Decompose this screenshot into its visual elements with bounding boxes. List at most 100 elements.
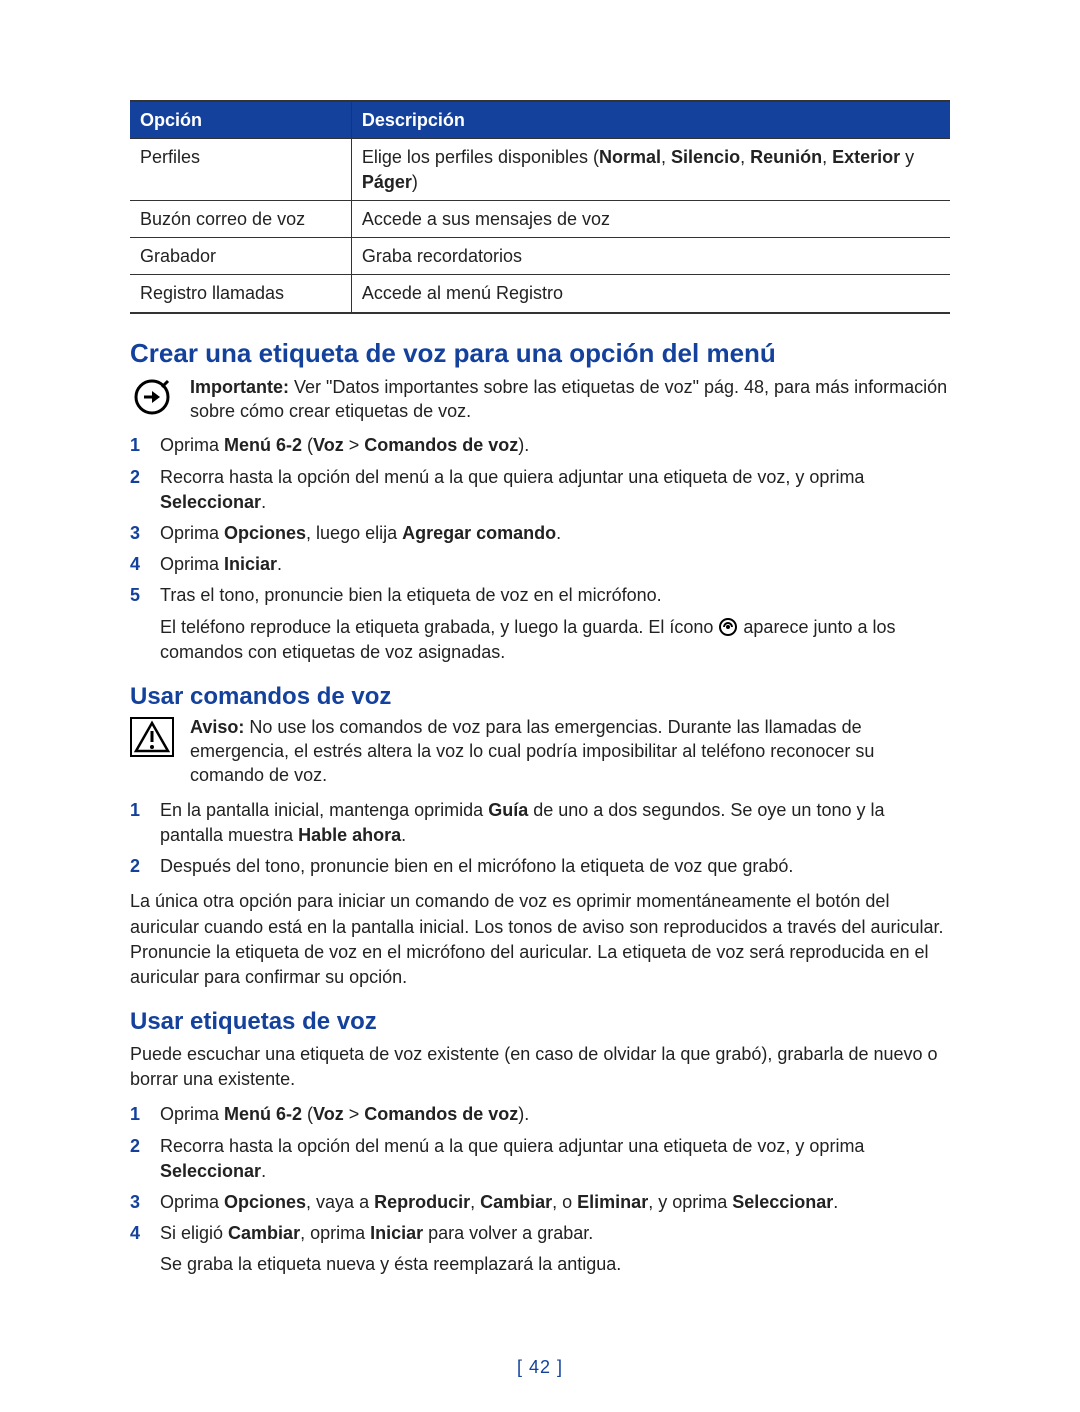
text: Oprima [160, 523, 224, 543]
text-bold: Opciones [224, 1192, 306, 1212]
text: Tras el tono, pronuncie bien la etiqueta… [160, 585, 662, 605]
text-bold: Hable ahora [298, 825, 401, 845]
warning-note: Aviso: No use los comandos de voz para l… [130, 715, 950, 788]
text-bold: Menú 6-2 [224, 1104, 302, 1124]
th-description: Descripción [351, 101, 950, 139]
table-row: Grabador Graba recordatorios [130, 238, 950, 275]
note-text: Aviso: No use los comandos de voz para l… [190, 715, 950, 788]
note-lead: Aviso: [190, 717, 244, 737]
list-item: Oprima Menú 6-2 (Voz > Comandos de voz). [130, 433, 950, 458]
steps-use-voice-labels: Oprima Menú 6-2 (Voz > Comandos de voz).… [130, 1102, 950, 1277]
warning-icon [130, 715, 174, 757]
text-bold: Menú 6-2 [224, 435, 302, 455]
text: ) [412, 172, 418, 192]
text: para volver a grabar. [423, 1223, 593, 1243]
paragraph: Puede escuchar una etiqueta de voz exist… [130, 1042, 950, 1092]
list-item: Recorra hasta la opción del menú a la qu… [130, 465, 950, 515]
text: , [740, 147, 750, 167]
text: , y oprima [648, 1192, 732, 1212]
text: , luego elija [306, 523, 402, 543]
cell-description: Accede a sus mensajes de voz [351, 200, 950, 237]
text-bold: Comandos de voz [364, 1104, 518, 1124]
text-bold: Normal [599, 147, 661, 167]
text: Oprima [160, 1192, 224, 1212]
text: , [661, 147, 671, 167]
text-bold: Voz [313, 1104, 344, 1124]
text-bold: Reproducir [374, 1192, 470, 1212]
table-row: Perfiles Elige los perfiles disponibles … [130, 139, 950, 201]
text: . [261, 492, 266, 512]
text: , vaya a [306, 1192, 374, 1212]
text: ( [302, 1104, 313, 1124]
text-bold: Seleccionar [160, 1161, 261, 1181]
note-body: Ver "Datos importantes sobre las etiquet… [190, 377, 947, 421]
voice-tag-icon [718, 617, 738, 637]
text: > [344, 1104, 365, 1124]
text: Oprima [160, 435, 224, 455]
list-item: Recorra hasta la opción del menú a la qu… [130, 1134, 950, 1184]
text-bold: Comandos de voz [364, 435, 518, 455]
text: , [470, 1192, 480, 1212]
list-item: Oprima Opciones, luego elija Agregar com… [130, 521, 950, 546]
text-bold: Eliminar [577, 1192, 648, 1212]
text: y [900, 147, 914, 167]
text-bold: Silencio [671, 147, 740, 167]
list-item: Si eligió Cambiar, oprima Iniciar para v… [130, 1221, 950, 1277]
list-item: Después del tono, pronuncie bien en el m… [130, 854, 950, 879]
text: En la pantalla inicial, mantenga oprimid… [160, 800, 488, 820]
text: ). [518, 1104, 529, 1124]
text: , oprima [300, 1223, 370, 1243]
cell-description: Accede al menú Registro [351, 275, 950, 313]
text-bold: Seleccionar [160, 492, 261, 512]
text: . [556, 523, 561, 543]
options-table: Opción Descripción Perfiles Elige los pe… [130, 100, 950, 314]
text-bold: Reunión [750, 147, 822, 167]
sub-paragraph: Se graba la etiqueta nueva y ésta reempl… [160, 1252, 950, 1277]
text: El teléfono reproduce la etiqueta grabad… [160, 617, 718, 637]
text-bold: Guía [488, 800, 528, 820]
sub-paragraph: El teléfono reproduce la etiqueta grabad… [160, 615, 950, 665]
text: . [833, 1192, 838, 1212]
text: Recorra hasta la opción del menú a la qu… [160, 1136, 864, 1156]
text: Elige los perfiles disponibles ( [362, 147, 599, 167]
cell-option: Grabador [130, 238, 351, 275]
list-item: Oprima Iniciar. [130, 552, 950, 577]
table-row: Buzón correo de voz Accede a sus mensaje… [130, 200, 950, 237]
th-option: Opción [130, 101, 351, 139]
table-row: Registro llamadas Accede al menú Registr… [130, 275, 950, 313]
text-bold: Seleccionar [732, 1192, 833, 1212]
list-item: Tras el tono, pronuncie bien la etiqueta… [130, 583, 950, 665]
text: . [401, 825, 406, 845]
text-bold: Iniciar [224, 554, 277, 574]
text: , [822, 147, 832, 167]
note-lead: Importante: [190, 377, 289, 397]
table-header-row: Opción Descripción [130, 101, 950, 139]
cell-option: Perfiles [130, 139, 351, 201]
list-item: Oprima Opciones, vaya a Reproducir, Camb… [130, 1190, 950, 1215]
text-bold: Páger [362, 172, 412, 192]
important-note: Importante: Ver "Datos importantes sobre… [130, 375, 950, 424]
cell-option: Registro llamadas [130, 275, 351, 313]
list-item: En la pantalla inicial, mantenga oprimid… [130, 798, 950, 848]
page-number: [ 42 ] [0, 1357, 1080, 1378]
steps-use-voice-commands: En la pantalla inicial, mantenga oprimid… [130, 798, 950, 880]
text: , o [552, 1192, 577, 1212]
text: ). [518, 435, 529, 455]
heading-use-voice-labels: Usar etiquetas de voz [130, 1008, 950, 1036]
heading-use-voice-commands: Usar comandos de voz [130, 683, 950, 711]
list-item: Oprima Menú 6-2 (Voz > Comandos de voz). [130, 1102, 950, 1127]
text-bold: Agregar comando [402, 523, 556, 543]
text-bold: Exterior [832, 147, 900, 167]
text-bold: Voz [313, 435, 344, 455]
important-arrow-icon [130, 375, 174, 417]
text: > [344, 435, 365, 455]
cell-option: Buzón correo de voz [130, 200, 351, 237]
text: ( [302, 435, 313, 455]
text: Recorra hasta la opción del menú a la qu… [160, 467, 864, 487]
heading-create-voice-label: Crear una etiqueta de voz para una opció… [130, 338, 950, 369]
text-bold: Opciones [224, 523, 306, 543]
text: Oprima [160, 1104, 224, 1124]
text: Si eligió [160, 1223, 228, 1243]
cell-description: Elige los perfiles disponibles (Normal, … [351, 139, 950, 201]
text: . [277, 554, 282, 574]
